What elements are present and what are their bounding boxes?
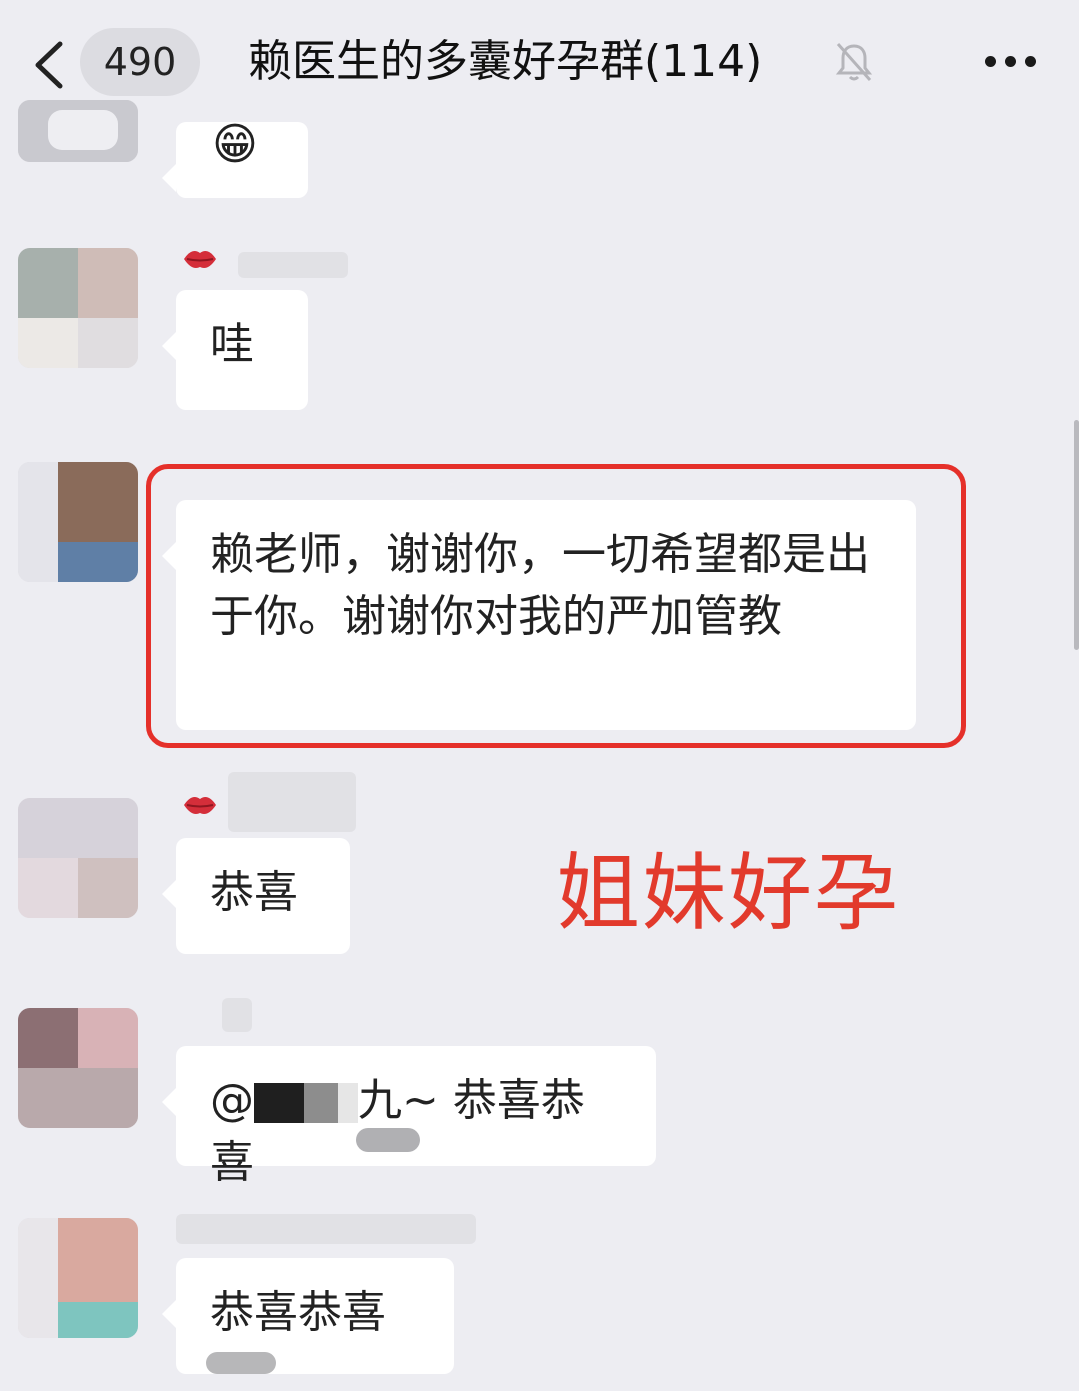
avatar[interactable] bbox=[18, 1008, 138, 1128]
scrollbar[interactable] bbox=[1074, 420, 1079, 650]
chevron-left-icon[interactable] bbox=[30, 40, 70, 90]
chat-message-bubble: 恭喜 bbox=[162, 838, 350, 954]
avatar[interactable] bbox=[18, 462, 138, 582]
lips-icon bbox=[184, 251, 216, 268]
overlay-caption: 姐妹好孕 bbox=[556, 844, 901, 942]
highlight-frame bbox=[146, 464, 966, 748]
avatar[interactable] bbox=[18, 1218, 138, 1338]
sender-name-blurred bbox=[356, 1128, 420, 1152]
unread-count-badge[interactable]: 490 bbox=[80, 28, 200, 96]
lips-icon bbox=[184, 797, 216, 814]
avatar[interactable] bbox=[18, 798, 138, 918]
mention-name-suffix: 九~ bbox=[358, 1075, 439, 1126]
more-options-button[interactable] bbox=[980, 42, 1040, 82]
message-text: 恭喜 bbox=[210, 867, 298, 918]
mention-prefix: @ bbox=[210, 1075, 254, 1126]
grinning-face-emoji: 😁 bbox=[212, 119, 258, 170]
message-text: 哇 bbox=[210, 319, 254, 370]
sender-name-blurred bbox=[238, 252, 348, 278]
censored-name-block bbox=[254, 1083, 304, 1123]
message-text: 恭喜恭喜 bbox=[210, 1287, 386, 1338]
sender-name-blurred bbox=[228, 772, 356, 832]
chat-message-bubble: 😁 bbox=[162, 119, 308, 198]
sender-name-blurred bbox=[176, 1214, 476, 1244]
censored-name-block bbox=[304, 1083, 338, 1123]
bell-muted-icon bbox=[835, 43, 873, 81]
avatar[interactable] bbox=[18, 248, 138, 368]
sender-name-blurred bbox=[206, 1352, 276, 1374]
sender-name-blurred bbox=[222, 998, 252, 1032]
avatar[interactable] bbox=[18, 100, 138, 162]
chat-header: 490 赖医生的多囊好孕群(114) bbox=[0, 0, 1079, 122]
chat-message-bubble: 哇 bbox=[162, 290, 308, 410]
censored-name-block bbox=[338, 1083, 358, 1123]
chat-title[interactable]: 赖医生的多囊好孕群(114) bbox=[248, 30, 762, 94]
